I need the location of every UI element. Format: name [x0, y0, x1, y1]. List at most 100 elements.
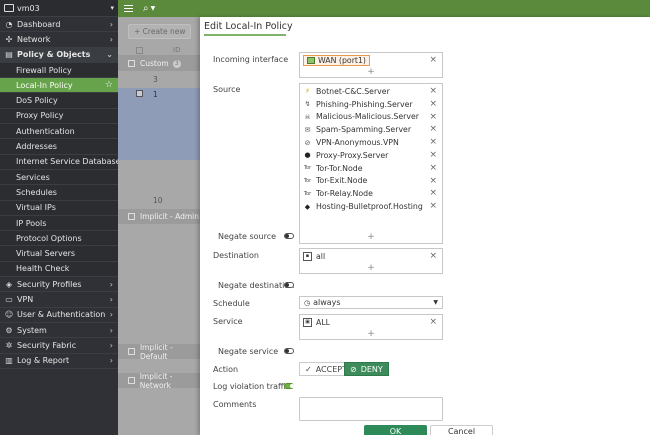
table-row-selected[interactable]: 1	[118, 88, 202, 160]
sidebar-item-services[interactable]: Services	[0, 169, 118, 186]
sidebar-item-network[interactable]: ✣ Network ›	[0, 32, 118, 48]
interface-entry: WAN (port1)	[303, 54, 370, 67]
row-checkbox[interactable]	[136, 90, 143, 97]
sidebar-item-firewall-policy[interactable]: Firewall Policy	[0, 62, 118, 79]
check-icon: ✓	[305, 364, 312, 374]
search-icon[interactable]: ⌕	[143, 3, 149, 14]
remove-icon[interactable]: ×	[429, 318, 437, 327]
interface-tag[interactable]: WAN (port1)	[303, 54, 370, 66]
source-entry: Tor Tor-Tor.Node	[303, 162, 363, 175]
collapse-icon[interactable]	[128, 377, 135, 384]
sidebar-item-system[interactable]: ⚙ System ›	[0, 322, 118, 339]
chevron-right-icon: ›	[109, 34, 113, 44]
chevron-right-icon: ›	[109, 356, 113, 366]
chevron-down-icon[interactable]: ▼	[151, 5, 156, 12]
sidebar-item-log-report[interactable]: ▥ Log & Report ›	[0, 353, 118, 369]
table-row[interactable]: 10	[118, 192, 202, 209]
source-field[interactable]: + ⚡ Botnet-C&C.Server × ↯ Phishing-Phishing.…	[299, 83, 443, 244]
sidebar-item-health-check[interactable]: Health Check	[0, 261, 118, 278]
sidebar-item-label: Policy & Objects	[17, 50, 91, 60]
remove-icon[interactable]: ×	[429, 87, 437, 96]
table-row[interactable]: 3	[118, 71, 202, 88]
sidebar-item-internet-service-database[interactable]: Internet Service Database	[0, 154, 121, 170]
deny-button[interactable]: ⊘ DENY	[344, 362, 389, 376]
chevron-right-icon: ›	[109, 19, 113, 29]
add-source-plus-icon[interactable]: +	[300, 232, 442, 242]
destination-label: Destination	[213, 251, 259, 260]
sidebar-item-policy-objects[interactable]: ▤ Policy & Objects ⌄	[0, 47, 118, 63]
select-all-checkbox[interactable]	[136, 46, 143, 54]
sidebar-item-security-profiles[interactable]: ◈ Security Profiles ›	[0, 277, 118, 293]
accept-label: ACCEPT	[315, 364, 347, 374]
sidebar-item-security-fabric[interactable]: ✲ Security Fabric ›	[0, 338, 118, 354]
incoming-interface-field[interactable]: WAN (port1) × +	[299, 52, 443, 78]
cancel-button[interactable]: Cancel	[430, 425, 493, 435]
isdb-service-icon: Tor	[303, 165, 312, 172]
remove-icon[interactable]: ×	[429, 202, 437, 211]
sidebar-item-label: Local-In Policy	[16, 80, 73, 90]
sidebar-item-user-authentication[interactable]: ☺ User & Authentication ›	[0, 307, 118, 323]
policy-list-backdrop: + Create new ID Custom 3 3 1 10 Implicit…	[118, 17, 202, 435]
remove-icon[interactable]: ×	[429, 163, 437, 173]
negate-source-toggle[interactable]	[284, 233, 294, 239]
menu-icon[interactable]	[124, 5, 133, 12]
remove-icon[interactable]: ×	[429, 112, 437, 122]
remove-icon[interactable]: ×	[429, 99, 437, 109]
id-column-header[interactable]: ID	[173, 46, 180, 54]
sidebar-item-authentication[interactable]: Authentication	[0, 124, 118, 140]
favorite-star-icon[interactable]: ☆	[105, 80, 113, 90]
sidebar: vm03 ▾ ◔ Dashboard › ✣ Network › ▤ Policy & Obj…	[0, 0, 121, 435]
comments-textarea[interactable]	[299, 397, 443, 421]
remove-icon[interactable]: ×	[429, 138, 437, 147]
vpn-icon: ▭	[5, 294, 13, 304]
collapse-icon[interactable]	[128, 348, 135, 355]
sidebar-item-protocol-options[interactable]: Protocol Options	[0, 231, 118, 247]
isdb-service-icon: Tor	[303, 190, 312, 197]
remove-icon[interactable]: ×	[429, 56, 437, 65]
policy-icon: ▤	[5, 50, 13, 60]
group-implicit-admin[interactable]: Implicit - Admin	[118, 209, 202, 224]
group-label: Implicit - Admin	[140, 212, 199, 221]
sidebar-item-dos-policy[interactable]: DoS Policy	[0, 93, 118, 109]
source-label: Source	[213, 85, 241, 94]
sidebar-item-ip-pools[interactable]: IP Pools	[0, 215, 118, 232]
group-implicit-network[interactable]: Implicit - Network	[118, 372, 202, 390]
service-field[interactable]: ▣ ALL × +	[299, 314, 443, 340]
add-destination-plus-icon[interactable]: +	[300, 263, 442, 273]
destination-field[interactable]: ▪ all × +	[299, 248, 443, 274]
sidebar-item-label: User & Authentication	[17, 310, 106, 320]
add-interface-plus-icon[interactable]: +	[300, 67, 442, 77]
collapse-icon[interactable]	[128, 213, 135, 220]
sidebar-item-vpn[interactable]: ▭ VPN ›	[0, 292, 118, 308]
add-service-plus-icon[interactable]: +	[300, 329, 442, 339]
address-icon: ▪	[303, 251, 312, 261]
remove-icon[interactable]: ×	[429, 176, 437, 186]
ok-button[interactable]: OK	[364, 425, 427, 435]
sidebar-item-virtual-servers[interactable]: Virtual Servers	[0, 246, 118, 262]
negate-destination-toggle[interactable]	[284, 282, 294, 288]
negate-source-label: Negate source	[218, 232, 277, 241]
collapse-icon[interactable]	[128, 60, 135, 67]
schedule-select[interactable]: ◷ always ▼	[299, 296, 443, 309]
sidebar-item-label: Services	[16, 172, 50, 182]
source-entry: ⚡ Botnet-C&C.Server	[303, 85, 390, 98]
group-implicit-default[interactable]: Implicit - Default	[118, 343, 202, 361]
sidebar-item-virtual-ips[interactable]: Virtual IPs	[0, 200, 118, 216]
sidebar-item-addresses[interactable]: Addresses	[0, 139, 118, 155]
remove-icon[interactable]: ×	[429, 189, 437, 198]
incoming-interface-label: Incoming interface	[213, 55, 289, 64]
remove-icon[interactable]: ×	[429, 125, 437, 134]
sidebar-item-schedules[interactable]: Schedules	[0, 185, 118, 201]
create-new-button[interactable]: + Create new	[128, 23, 192, 39]
device-selector[interactable]: vm03 ▾	[0, 0, 118, 17]
sidebar-item-local-in-policy[interactable]: Local-In Policy ☆	[0, 78, 118, 94]
destination-entry: ▪ all	[303, 250, 325, 263]
sidebar-item-dashboard[interactable]: ◔ Dashboard ›	[0, 17, 118, 33]
sidebar-item-proxy-policy[interactable]: Proxy Policy	[0, 108, 118, 125]
source-entry: ☠ Malicious-Malicious.Server	[303, 111, 419, 124]
remove-icon[interactable]: ×	[429, 151, 437, 160]
group-custom[interactable]: Custom 3	[118, 56, 202, 71]
log-violation-toggle[interactable]	[284, 383, 294, 389]
remove-icon[interactable]: ×	[429, 252, 437, 261]
negate-service-toggle[interactable]	[284, 348, 294, 354]
